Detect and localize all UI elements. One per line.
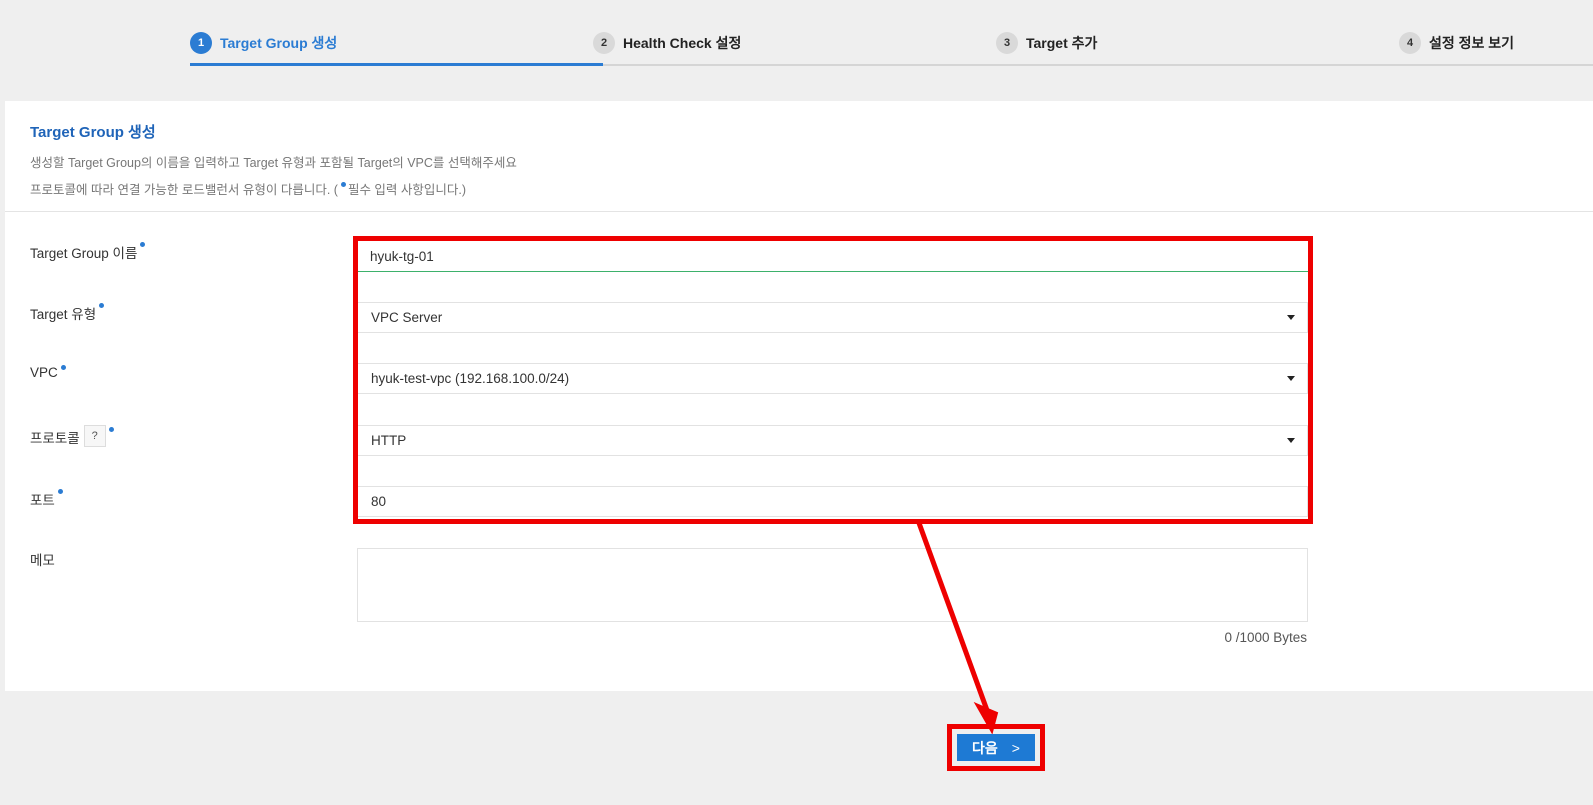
chevron-right-icon: > xyxy=(1011,739,1020,756)
step-health-check[interactable]: 2 Health Check 설정 xyxy=(593,32,741,54)
panel-description: 생성할 Target Group의 이름을 입력하고 Target 유형과 포함… xyxy=(30,150,1568,204)
port-input[interactable]: 80 xyxy=(357,486,1308,517)
annotation-button-highlight: 다음 > xyxy=(947,724,1045,771)
required-dot-icon xyxy=(99,303,105,308)
protocol-label: 프로토콜 ? xyxy=(30,425,116,447)
step-target-group-create[interactable]: 1 Target Group 생성 xyxy=(190,32,337,54)
memo-textarea[interactable] xyxy=(357,548,1308,622)
step-label: Target 추가 xyxy=(1026,35,1098,51)
required-dot-icon xyxy=(60,365,66,370)
step-number: 1 xyxy=(190,32,212,54)
memo-byte-counter: 0 /1000 Bytes xyxy=(1224,630,1307,645)
vpc-select[interactable]: hyuk-test-vpc (192.168.100.0/24) xyxy=(357,363,1308,394)
required-dot-icon xyxy=(340,182,346,187)
description-line-1: 생성할 Target Group의 이름을 입력하고 Target 유형과 포함… xyxy=(30,156,517,170)
required-dot-icon xyxy=(108,427,114,432)
stepper-progress xyxy=(190,63,603,66)
vpc-label: VPC xyxy=(30,365,68,380)
name-label: Target Group 이름 xyxy=(30,242,147,262)
target-type-select[interactable]: VPC Server xyxy=(357,302,1308,333)
step-number: 4 xyxy=(1399,32,1421,54)
caret-down-icon xyxy=(1287,438,1295,443)
port-label: 포트 xyxy=(30,489,65,509)
panel-title: Target Group 생성 xyxy=(30,124,156,141)
target-group-form-panel: Target Group 생성 생성할 Target Group의 이름을 입력… xyxy=(5,101,1593,691)
description-line-2: 프로토콜에 따라 연결 가능한 로드밸런서 유형이 다릅니다. (필수 입력 사… xyxy=(30,182,467,197)
next-button[interactable]: 다음 > xyxy=(957,734,1035,761)
step-label: Health Check 설정 xyxy=(623,35,742,51)
step-label: Target Group 생성 xyxy=(220,35,338,51)
step-number: 2 xyxy=(593,32,615,54)
caret-down-icon xyxy=(1287,315,1295,320)
memo-label: 메모 xyxy=(30,553,55,568)
required-dot-icon xyxy=(57,489,63,494)
panel-header: Target Group 생성 생성할 Target Group의 이름을 입력… xyxy=(5,101,1593,212)
required-dot-icon xyxy=(140,242,146,247)
caret-down-icon xyxy=(1287,376,1295,381)
step-add-target[interactable]: 3 Target 추가 xyxy=(996,32,1097,54)
protocol-select[interactable]: HTTP xyxy=(357,425,1308,456)
step-number: 3 xyxy=(996,32,1018,54)
target-group-name-input[interactable]: hyuk-tg-01 xyxy=(357,241,1308,272)
help-icon[interactable]: ? xyxy=(83,425,106,447)
type-label: Target 유형 xyxy=(30,303,106,323)
step-label: 설정 정보 보기 xyxy=(1429,35,1515,51)
step-review[interactable]: 4 설정 정보 보기 xyxy=(1399,32,1514,54)
wizard-stepper: 1 Target Group 생성 2 Health Check 설정 3 Ta… xyxy=(190,0,1593,66)
